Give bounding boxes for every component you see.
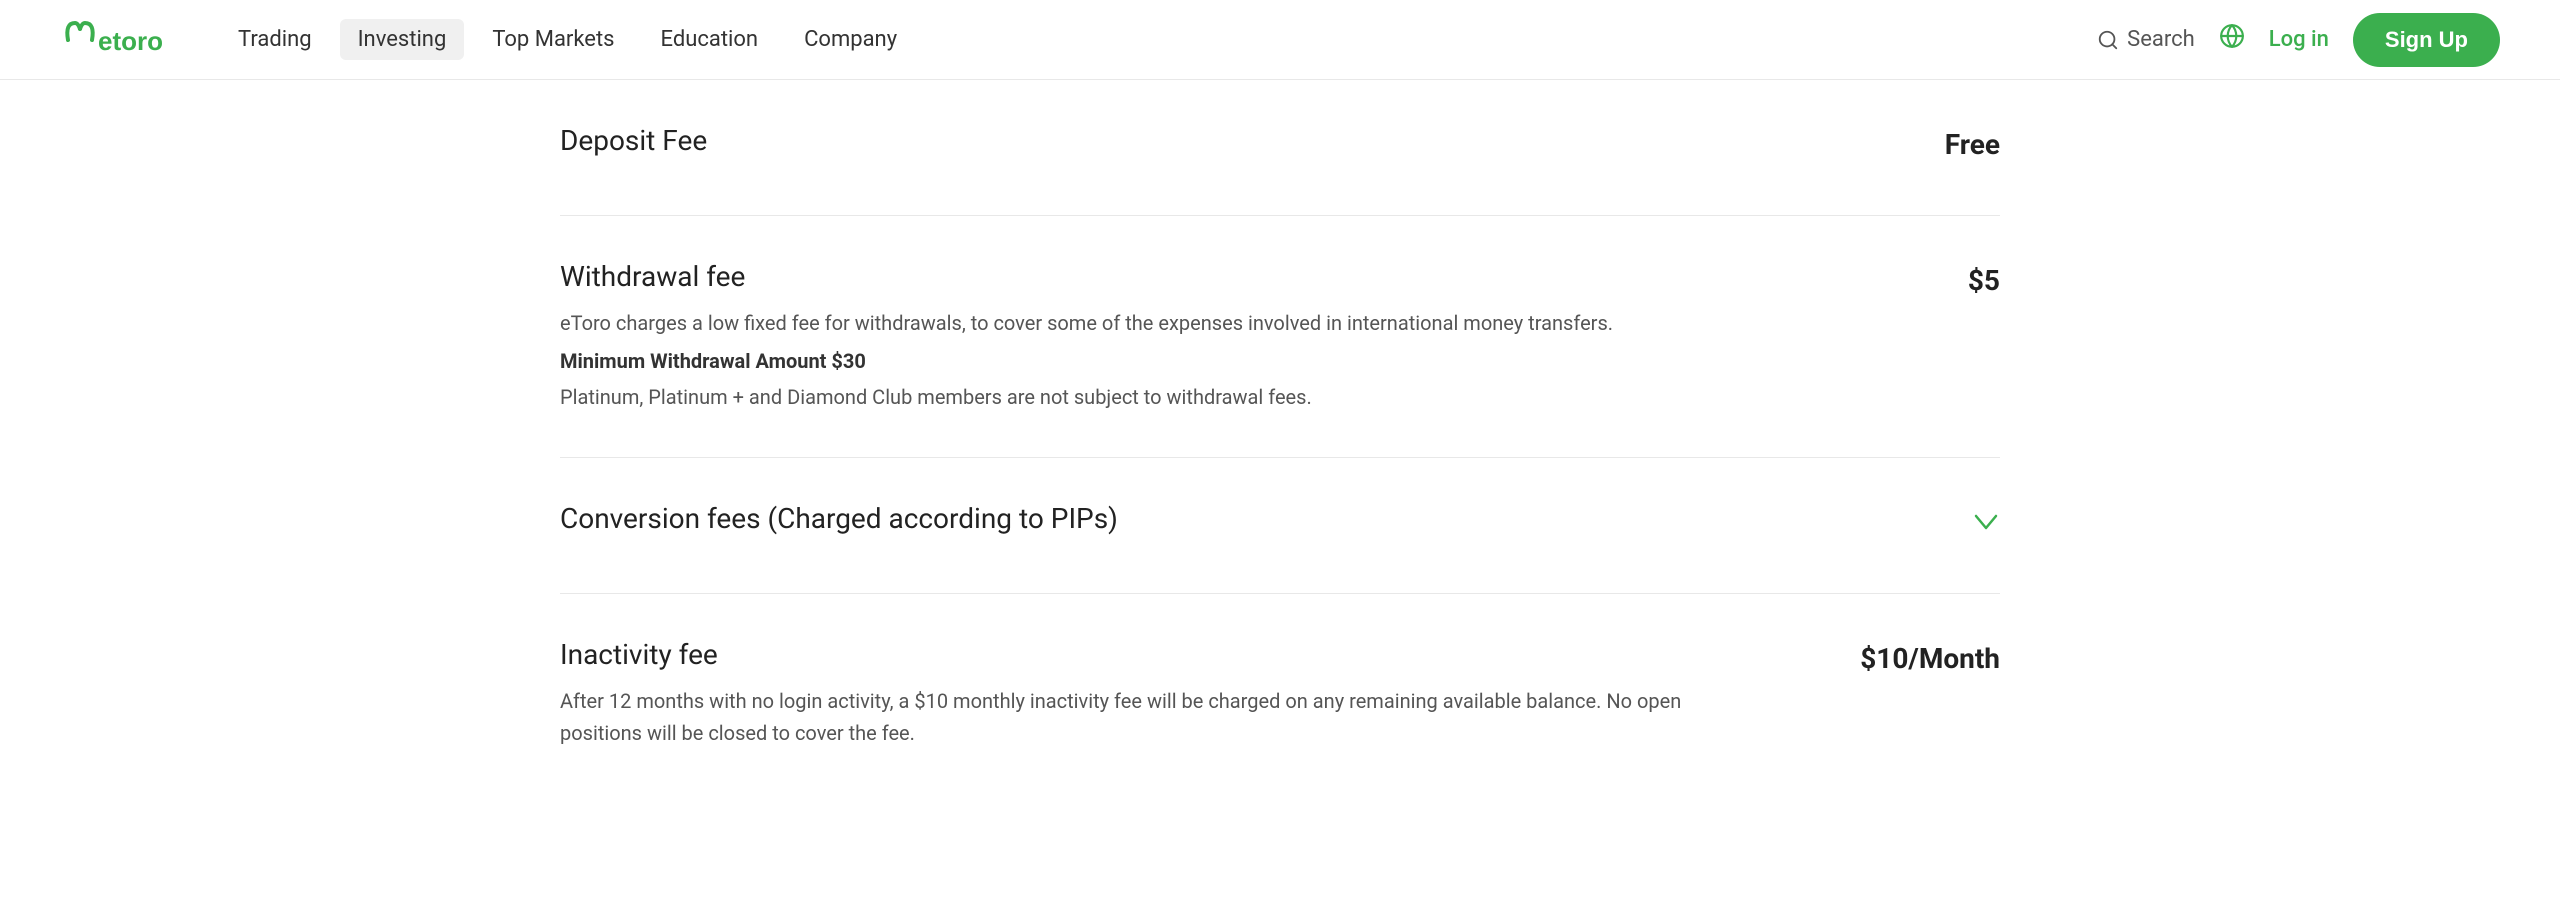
search-area[interactable]: Search — [2097, 27, 2195, 52]
inactivity-fee-description: After 12 months with no login activity, … — [560, 685, 1760, 749]
logo[interactable]: etoro — [60, 15, 170, 65]
withdrawal-fee-bold: Minimum Withdrawal Amount $30 — [560, 345, 1760, 377]
fee-left-inactivity: Inactivity fee After 12 months with no l… — [560, 638, 1820, 749]
fee-row-conversion[interactable]: Conversion fees (Charged according to PI… — [560, 458, 2000, 594]
fee-left-withdrawal: Withdrawal fee eToro charges a low fixed… — [560, 260, 1820, 413]
chevron-down-icon — [1972, 506, 2000, 539]
main-content: Deposit Fee Free Withdrawal fee eToro ch… — [480, 80, 2080, 793]
inactivity-fee-title: Inactivity fee — [560, 638, 1760, 671]
withdrawal-fee-note: Platinum, Platinum + and Diamond Club me… — [560, 381, 1760, 413]
nav-item-company[interactable]: Company — [786, 19, 915, 60]
fee-left-deposit: Deposit Fee — [560, 124, 1820, 171]
inactivity-fee-value: $10/Month — [1820, 638, 2000, 675]
signup-button[interactable]: Sign Up — [2353, 13, 2500, 67]
search-label: Search — [2127, 27, 2195, 52]
fee-row-withdrawal: Withdrawal fee eToro charges a low fixed… — [560, 216, 2000, 458]
nav-right: Search Log in Sign Up — [2097, 13, 2500, 67]
fee-row-deposit: Deposit Fee Free — [560, 80, 2000, 216]
nav-item-education[interactable]: Education — [643, 19, 777, 60]
conversion-fee-title: Conversion fees (Charged according to PI… — [560, 502, 1760, 535]
fee-left-conversion: Conversion fees (Charged according to PI… — [560, 502, 1820, 549]
navbar: etoro Trading Investing Top Markets Educ… — [0, 0, 2560, 80]
svg-text:etoro: etoro — [98, 26, 163, 56]
deposit-fee-title: Deposit Fee — [560, 124, 1760, 157]
etoro-logo: etoro — [60, 15, 170, 65]
globe-icon[interactable] — [2219, 23, 2245, 56]
withdrawal-fee-description: eToro charges a low fixed fee for withdr… — [560, 307, 1760, 413]
deposit-fee-value: Free — [1820, 124, 2000, 161]
nav-links: Trading Investing Top Markets Education … — [220, 19, 2097, 60]
conversion-fee-value — [1820, 502, 2000, 539]
search-icon — [2097, 29, 2119, 51]
nav-item-top-markets[interactable]: Top Markets — [474, 19, 632, 60]
fee-row-inactivity: Inactivity fee After 12 months with no l… — [560, 594, 2000, 793]
login-button[interactable]: Log in — [2269, 27, 2329, 52]
withdrawal-fee-title: Withdrawal fee — [560, 260, 1760, 293]
nav-item-trading[interactable]: Trading — [220, 19, 330, 60]
nav-item-investing[interactable]: Investing — [340, 19, 465, 60]
withdrawal-fee-value: $5 — [1820, 260, 2000, 297]
